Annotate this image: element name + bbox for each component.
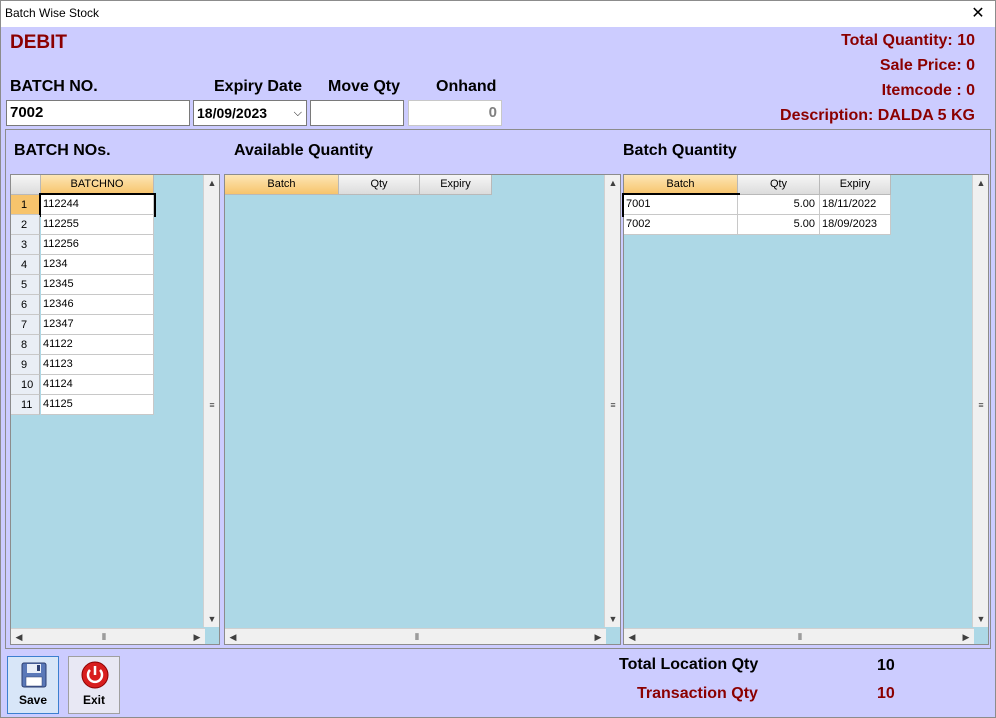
exit-button[interactable]: Exit	[68, 656, 120, 714]
floppy-disk-icon	[21, 662, 47, 688]
batch-no-cell[interactable]: 1234	[41, 255, 154, 275]
scroll-grip-icon: ⦀	[415, 632, 419, 642]
mode-label: DEBIT	[10, 32, 67, 53]
batch-no-cell[interactable]: 41122	[41, 335, 154, 355]
row-number[interactable]: 10	[11, 375, 40, 395]
scroll-left-icon[interactable]: ◀	[11, 629, 27, 645]
row-number[interactable]: 7	[11, 315, 40, 335]
sale-price-label: Sale Price: 0	[879, 57, 975, 74]
grid-corner	[11, 175, 41, 195]
batch-cell[interactable]: 7002	[624, 215, 738, 235]
scroll-grip-icon: ≡	[978, 400, 984, 410]
save-button[interactable]: Save	[7, 656, 59, 714]
total-quantity-label: Total Quantity: 10	[841, 32, 975, 49]
row-number[interactable]: 3	[11, 235, 40, 255]
scroll-grip-icon: ⦀	[798, 632, 802, 642]
expiry-date-value: 18/09/2023	[197, 105, 268, 121]
batch-no-input[interactable]: 7002	[6, 100, 190, 126]
row-number[interactable]: 8	[11, 335, 40, 355]
available-quantity-grid: Batch Qty Expiry ▲ ≡ ▼ ◀ ⦀ ▶	[224, 174, 621, 645]
column-header-batch[interactable]: Batch	[225, 175, 339, 195]
batch-no-cell[interactable]: 41124	[41, 375, 154, 395]
column-header-qty[interactable]: Qty	[339, 175, 420, 195]
window-title: Batch Wise Stock	[5, 6, 100, 20]
scroll-grip-icon: ≡	[209, 400, 215, 410]
batch-no-cell[interactable]: 12345	[41, 275, 154, 295]
save-label: Save	[18, 693, 48, 707]
column-header-expiry[interactable]: Expiry	[420, 175, 492, 195]
qty-cell[interactable]: 5.00	[738, 195, 820, 215]
expiry-date-label: Expiry Date	[214, 78, 303, 95]
batch-no-cell[interactable]: 112256	[41, 235, 154, 255]
column-header-expiry[interactable]: Expiry	[820, 175, 891, 195]
vertical-scrollbar[interactable]: ▲ ≡ ▼	[972, 175, 988, 627]
batch-cell[interactable]: 7001	[622, 193, 740, 217]
batch-no-cell[interactable]: 112255	[41, 215, 154, 235]
horizontal-scrollbar[interactable]: ◀ ⦀ ▶	[225, 628, 606, 644]
row-number[interactable]: 6	[11, 295, 40, 315]
chevron-down-icon[interactable]: ⌵	[294, 101, 302, 125]
total-location-qty-label: Total Location Qty	[619, 656, 759, 673]
batch-nos-grid: BATCHNO 1 112244 2 112255 3 112256 4 1234 5 12345…	[10, 174, 220, 645]
batch-wise-stock-window: Batch Wise Stock ✕ DEBIT Total Quantity:…	[0, 0, 996, 718]
transaction-qty-value: 10	[877, 685, 895, 702]
batch-quantity-grid: Batch Qty Expiry 7001 5.00 18/11/2022 7002 5…	[622, 174, 989, 645]
scroll-down-icon[interactable]: ▼	[204, 611, 220, 627]
title-bar: Batch Wise Stock ✕	[1, 1, 995, 27]
expiry-cell[interactable]: 18/11/2022	[820, 195, 891, 215]
scroll-grip-icon: ≡	[610, 400, 616, 410]
scroll-up-icon[interactable]: ▲	[204, 175, 220, 191]
row-number[interactable]: 4	[11, 255, 40, 275]
expiry-cell[interactable]: 18/09/2023	[820, 215, 891, 235]
transaction-qty-label: Transaction Qty	[637, 685, 758, 702]
onhand-label: Onhand	[436, 78, 497, 95]
total-location-qty-value: 10	[877, 657, 895, 674]
scroll-down-icon[interactable]: ▼	[973, 611, 989, 627]
row-number[interactable]: 11	[11, 395, 40, 415]
scroll-left-icon[interactable]: ◀	[624, 629, 640, 645]
batch-no-cell[interactable]: 12347	[41, 315, 154, 335]
horizontal-scrollbar[interactable]: ◀ ⦀ ▶	[11, 628, 205, 644]
description-label: Description: DALDA 5 KG	[780, 107, 975, 124]
batch-no-label: BATCH NO.	[10, 78, 98, 95]
batch-quantity-title: Batch Quantity	[623, 142, 737, 159]
scroll-left-icon[interactable]: ◀	[225, 629, 241, 645]
scroll-right-icon[interactable]: ▶	[590, 629, 606, 645]
column-header-qty[interactable]: Qty	[738, 175, 820, 195]
move-qty-input[interactable]	[310, 100, 404, 126]
scroll-down-icon[interactable]: ▼	[605, 611, 621, 627]
batch-no-cell[interactable]: 12346	[41, 295, 154, 315]
batch-no-cell[interactable]: 41125	[41, 395, 154, 415]
onhand-field: 0	[408, 100, 502, 126]
exit-label: Exit	[82, 693, 105, 707]
scroll-right-icon[interactable]: ▶	[958, 629, 974, 645]
vertical-scrollbar[interactable]: ▲ ≡ ▼	[604, 175, 620, 627]
batch-no-cell[interactable]: 112244	[39, 193, 156, 217]
close-icon[interactable]: ✕	[961, 1, 995, 27]
row-number[interactable]: 9	[11, 355, 40, 375]
expiry-date-picker[interactable]: 18/09/2023 ⌵	[193, 100, 307, 126]
row-number[interactable]: 2	[11, 215, 40, 235]
row-number[interactable]: 5	[11, 275, 40, 295]
available-quantity-title: Available Quantity	[234, 142, 373, 159]
column-header-batch[interactable]: Batch	[624, 175, 738, 195]
column-header-batchno[interactable]: BATCHNO	[41, 175, 154, 195]
scroll-up-icon[interactable]: ▲	[973, 175, 989, 191]
scroll-right-icon[interactable]: ▶	[189, 629, 205, 645]
scroll-up-icon[interactable]: ▲	[605, 175, 621, 191]
scroll-grip-icon: ⦀	[102, 632, 106, 642]
qty-cell[interactable]: 5.00	[738, 215, 820, 235]
power-icon	[81, 661, 109, 689]
batch-no-cell[interactable]: 41123	[41, 355, 154, 375]
horizontal-scrollbar[interactable]: ◀ ⦀ ▶	[624, 628, 974, 644]
move-qty-label: Move Qty	[328, 78, 401, 95]
row-number[interactable]: 1	[11, 195, 40, 215]
itemcode-label: Itemcode : 0	[881, 82, 975, 99]
vertical-scrollbar[interactable]: ▲ ≡ ▼	[203, 175, 219, 627]
batch-nos-title: BATCH NOs.	[14, 142, 111, 159]
